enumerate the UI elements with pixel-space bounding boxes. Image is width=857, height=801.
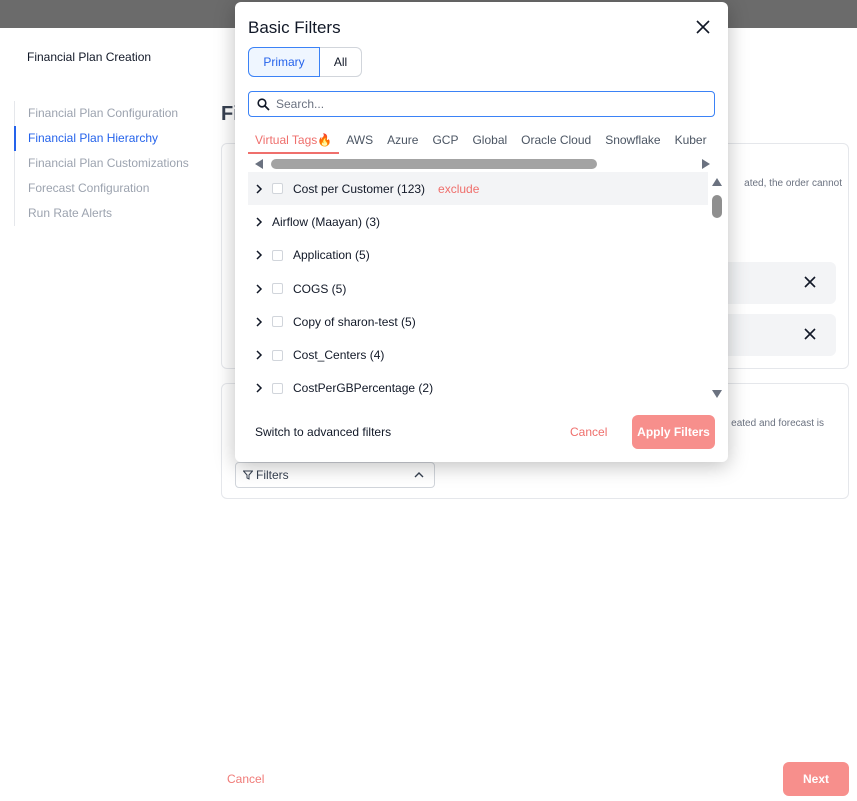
filter-scope-toggle: Primary All (248, 47, 362, 77)
checkbox[interactable] (272, 249, 283, 261)
chevron-right-icon[interactable] (254, 284, 264, 294)
scroll-left-icon[interactable] (255, 159, 263, 169)
filters-button[interactable]: Filters (235, 462, 435, 488)
list-item[interactable]: Copy of sharon-test (5) (248, 305, 708, 338)
close-icon[interactable] (802, 326, 818, 342)
list-vertical-scrollbar[interactable] (710, 178, 724, 398)
tab-global[interactable]: Global (465, 130, 514, 154)
tab-gcp[interactable]: GCP (425, 130, 465, 154)
provider-tabs: Virtual Tags🔥 AWS Azure GCP Global Oracl… (248, 130, 715, 154)
side-nav-item-hierarchy[interactable]: Financial Plan Hierarchy (14, 126, 189, 151)
basic-filters-modal: Basic Filters Primary All Virtual Tags🔥 … (235, 2, 728, 462)
list-item[interactable]: CostPerGBPercentage (2) (248, 372, 708, 400)
filters-button-label: Filters (256, 468, 289, 482)
side-nav-item-forecast[interactable]: Forecast Configuration (15, 176, 189, 201)
side-nav-item-configuration[interactable]: Financial Plan Configuration (15, 101, 189, 126)
tab-azure[interactable]: Azure (380, 130, 425, 154)
switch-to-advanced-link[interactable]: Switch to advanced filters (255, 425, 391, 439)
list-item-label: Cost per Customer (123) (293, 181, 426, 196)
list-item-label: Cost_Centers (4) (293, 348, 385, 363)
apply-filters-button[interactable]: Apply Filters (632, 415, 715, 449)
funnel-icon (243, 470, 253, 480)
scrollbar-thumb[interactable] (271, 159, 597, 169)
modal-title: Basic Filters (248, 18, 341, 37)
tab-virtual-tags[interactable]: Virtual Tags🔥 (248, 130, 340, 154)
scroll-right-icon[interactable] (702, 159, 710, 169)
list-item[interactable]: COGS (5) (248, 272, 708, 305)
tab-snowflake[interactable]: Snowflake (598, 130, 667, 154)
chevron-up-icon (414, 472, 424, 478)
list-item[interactable]: Application (5) (248, 239, 708, 272)
card-description: eated and forecast is (731, 418, 824, 429)
checkbox[interactable] (272, 382, 283, 394)
close-icon[interactable] (802, 274, 818, 290)
tab-kubernetes[interactable]: Kuber (668, 130, 714, 154)
side-nav: Financial Plan Configuration Financial P… (14, 101, 189, 226)
modal-cancel-button[interactable]: Cancel (570, 425, 607, 439)
chevron-right-icon[interactable] (254, 217, 264, 227)
search-icon (257, 97, 270, 111)
tabs-horizontal-scrollbar[interactable] (255, 158, 710, 170)
checkbox[interactable] (272, 283, 283, 295)
chevron-right-icon[interactable] (254, 184, 264, 194)
next-button[interactable]: Next (783, 762, 849, 796)
checkbox[interactable] (272, 349, 283, 361)
cancel-button[interactable]: Cancel (227, 772, 264, 786)
list-item-label: CostPerGBPercentage (2) (293, 381, 434, 396)
exclude-link[interactable]: exclude (438, 182, 479, 196)
primary-toggle-button[interactable]: Primary (248, 47, 320, 77)
chevron-right-icon[interactable] (254, 383, 264, 393)
checkbox[interactable] (272, 316, 283, 328)
chevron-right-icon[interactable] (254, 250, 264, 260)
list-item[interactable]: Cost per Customer (123) exclude (248, 172, 708, 206)
list-item-label: Application (5) (293, 248, 370, 263)
side-nav-item-customizations[interactable]: Financial Plan Customizations (15, 151, 189, 176)
side-nav-item-run-rate-alerts[interactable]: Run Rate Alerts (15, 201, 189, 226)
card-description: ated, the order cannot (744, 178, 842, 189)
scroll-down-icon[interactable] (712, 390, 722, 398)
scroll-up-icon[interactable] (712, 178, 722, 186)
list-item-label: Airflow (Maayan) (3) (272, 214, 381, 229)
list-item[interactable]: Airflow (Maayan) (3) (248, 205, 708, 238)
close-icon[interactable] (696, 20, 710, 34)
chevron-right-icon[interactable] (254, 350, 264, 360)
list-item-label: Copy of sharon-test (5) (293, 314, 416, 329)
tab-oracle-cloud[interactable]: Oracle Cloud (514, 130, 598, 154)
tag-list: Cost per Customer (123) exclude Airflow … (248, 172, 708, 400)
page-title: Financial Plan Creation (27, 50, 152, 64)
all-toggle-button[interactable]: All (320, 47, 362, 77)
chevron-right-icon[interactable] (254, 317, 264, 327)
tab-aws[interactable]: AWS (339, 130, 380, 154)
list-item[interactable]: Cost_Centers (4) (248, 338, 708, 371)
scrollbar-thumb[interactable] (712, 195, 722, 218)
search-input[interactable] (276, 97, 696, 111)
list-item-label: COGS (5) (293, 281, 347, 296)
search-box (248, 91, 715, 117)
checkbox[interactable] (272, 183, 283, 195)
